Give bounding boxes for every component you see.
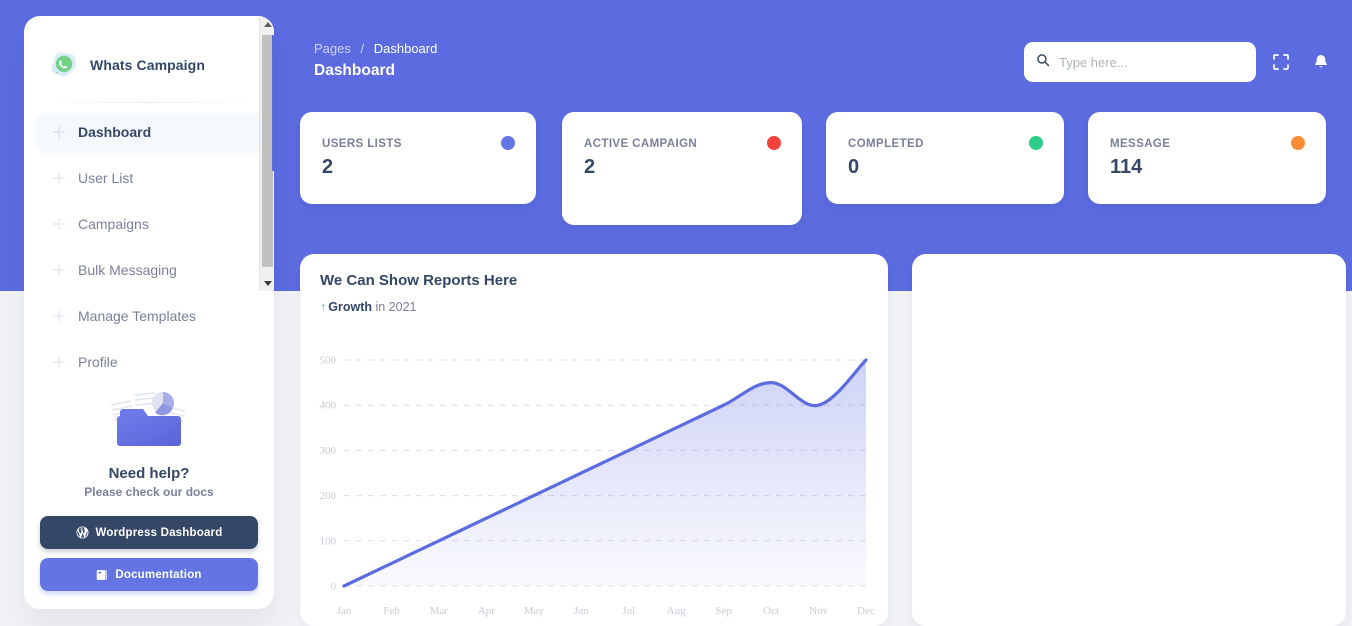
breadcrumb: Pages / Dashboard [314,41,437,56]
svg-text:Sep: Sep [715,605,732,617]
stat-label: ACTIVE CAMPAIGN [584,138,698,150]
book-icon [96,569,108,581]
wordpress-dashboard-label: Wordpress Dashboard [95,526,223,539]
breadcrumb-parent[interactable]: Pages [314,41,351,56]
bulk-messaging-icon [52,263,66,277]
search-icon [1036,53,1050,72]
dashboard-icon [52,125,66,139]
svg-text:200: 200 [320,490,337,502]
status-dot [501,136,515,150]
sidebar-item-profile[interactable]: Profile [36,343,262,381]
stat-label: MESSAGE [1110,138,1171,150]
dashboard-page: Whats Campaign Dashboard User List Campa… [0,0,1352,626]
topbar: Pages / Dashboard Dashboard [298,31,1346,91]
stat-label: USERS LISTS [322,138,402,150]
sidebar-item-dashboard[interactable]: Dashboard [36,113,262,151]
svg-text:Mar: Mar [430,605,449,617]
search-box[interactable] [1024,42,1256,82]
breadcrumb-separator: / [360,41,365,56]
bell-icon[interactable] [1312,53,1330,71]
svg-text:May: May [524,605,545,617]
help-subtitle: Please check our docs [84,485,214,499]
sidebar-item-label: Campaigns [78,216,149,232]
sidebar-item-label: Manage Templates [78,308,197,324]
stat-value: 114 [1110,156,1143,178]
sidebar-item-user-list[interactable]: User List [36,159,262,197]
chart-title: We Can Show Reports Here [320,272,518,289]
stat-card-message[interactable]: MESSAGE 114 [1088,112,1326,204]
fullscreen-icon[interactable] [1272,53,1290,71]
sidebar-item-manage-templates[interactable]: Manage Templates [36,297,262,335]
documentation-button[interactable]: Documentation [40,558,258,591]
svg-text:Aug: Aug [667,605,686,617]
documentation-label: Documentation [115,568,202,581]
sidebar-item-label: Bulk Messaging [78,262,177,278]
help-card: Need help? Please check our docs Wordpre… [24,383,274,609]
wordpress-icon [76,526,89,539]
chart-area-fill [344,360,866,586]
svg-text:Jan: Jan [337,605,352,617]
brand-title: Whats Campaign [90,57,205,73]
profile-icon [52,355,66,369]
folder-documents-icon [99,383,199,459]
svg-text:500: 500 [320,355,337,367]
sidebar: Whats Campaign Dashboard User List Campa… [24,16,274,609]
stat-value: 0 [848,156,860,178]
growth-suffix: in 2021 [375,300,417,314]
svg-text:Nov: Nov [809,605,828,617]
main-content: Pages / Dashboard Dashboard Type here...… [298,0,1352,626]
svg-text:Oct: Oct [763,605,779,617]
growth-area-chart: 500 400 300 200 100 0 Jan Feb Mar Apr May Jun Jul Au… [306,342,882,626]
growth-label: Growth [328,300,372,314]
svg-text:0: 0 [331,581,337,593]
help-title: Need help? [108,465,190,482]
whatsapp-icon [48,49,80,81]
arrow-up-icon: ↑ [320,300,327,314]
sidebar-nav: Dashboard User List Campaigns Bulk Messa… [24,103,274,381]
sidebar-scrollbar[interactable] [259,16,274,291]
stat-card-active-campaign[interactable]: ACTIVE CAMPAIGN 2 [562,112,802,225]
svg-text:Feb: Feb [383,605,400,617]
brand[interactable]: Whats Campaign [24,16,274,88]
sidebar-item-label: Dashboard [78,124,152,140]
campaigns-icon [52,217,66,231]
status-dot [1291,136,1305,150]
scroll-up-arrow-icon[interactable] [260,16,274,32]
chart-x-axis-labels: Jan Feb Mar Apr May Jun Jul Aug Sep Oct Nov Dec [337,605,875,617]
sidebar-item-campaigns[interactable]: Campaigns [36,205,262,243]
sidebar-item-label: User List [78,170,134,186]
chart-y-axis-labels: 500 400 300 200 100 0 [320,355,337,593]
svg-text:100: 100 [320,535,337,547]
chart-svg: 500 400 300 200 100 0 Jan Feb Mar Apr May Jun Jul Au… [320,355,875,618]
sidebar-item-bulk-messaging[interactable]: Bulk Messaging [36,251,262,289]
scrollbar-accent [272,35,274,171]
stat-value: 2 [322,156,334,178]
stat-label: COMPLETED [848,138,924,150]
svg-text:Jun: Jun [574,605,590,617]
stat-card-completed[interactable]: COMPLETED 0 [826,112,1064,204]
svg-text:300: 300 [320,445,337,457]
user-list-icon [52,171,66,185]
breadcrumb-current: Dashboard [373,41,438,56]
svg-text:400: 400 [320,400,337,412]
page-title: Dashboard [314,62,395,79]
chart-subtitle: ↑ Growth in 2021 [320,300,868,314]
scroll-down-arrow-icon[interactable] [260,275,274,291]
search-input[interactable] [1059,54,1244,70]
svg-text:Jul: Jul [622,605,635,617]
manage-templates-icon [52,309,66,323]
status-dot [767,136,781,150]
side-panel-card [912,254,1346,626]
stat-card-users-lists[interactable]: USERS LISTS 2 [300,112,536,204]
svg-text:Dec: Dec [857,605,875,617]
report-chart-card: We Can Show Reports Here ↑ Growth in 2021… [300,254,888,626]
stat-value: 2 [584,156,596,178]
status-dot [1029,136,1043,150]
svg-text:Apr: Apr [478,605,495,617]
scrollbar-thumb[interactable] [262,35,274,267]
sidebar-item-label: Profile [78,354,118,370]
wordpress-dashboard-button[interactable]: Wordpress Dashboard [40,516,258,549]
